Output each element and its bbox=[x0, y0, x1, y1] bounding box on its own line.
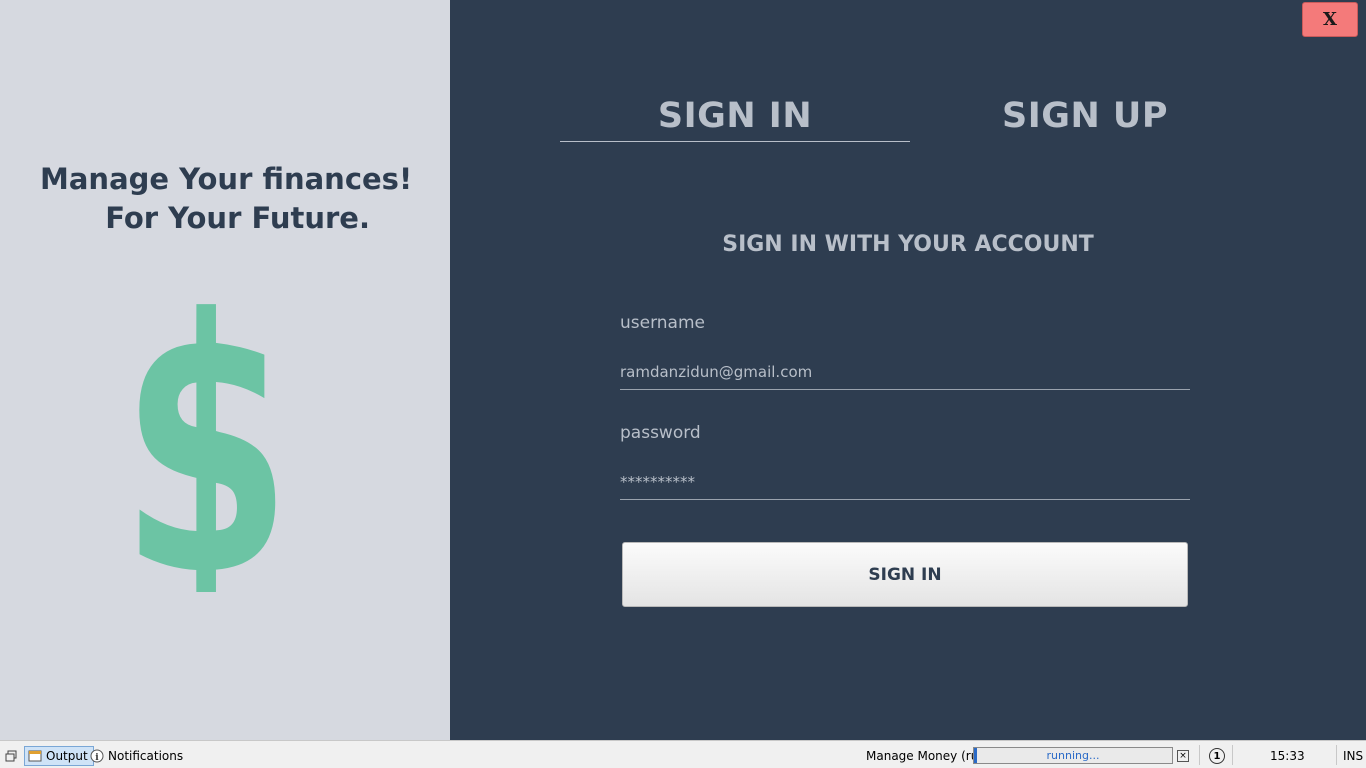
tagline-line-2: For Your Future. bbox=[105, 201, 370, 235]
form-title: SIGN IN WITH YOUR ACCOUNT bbox=[722, 232, 1094, 257]
tab-sign-in[interactable]: SIGN IN bbox=[560, 90, 910, 142]
status-divider bbox=[1199, 745, 1200, 765]
status-divider bbox=[1232, 745, 1233, 765]
clock-time: 15:33 bbox=[1270, 749, 1305, 763]
stop-task-icon[interactable]: × bbox=[1177, 750, 1189, 762]
info-icon: i bbox=[90, 749, 104, 763]
run-task-label: Manage Money (run) bbox=[866, 749, 991, 763]
dollar-sign-icon: $ bbox=[120, 278, 292, 592]
notification-count-badge[interactable]: 1 bbox=[1209, 748, 1225, 764]
branding-panel: Manage Your finances! For Your Future. $ bbox=[0, 0, 450, 740]
notifications-tab-label: Notifications bbox=[108, 749, 184, 763]
insert-mode-indicator: INS bbox=[1343, 749, 1364, 763]
svg-text:$: $ bbox=[120, 278, 292, 592]
progress-indicator bbox=[974, 748, 977, 763]
tagline-line-1: Manage Your finances! bbox=[40, 162, 413, 196]
status-divider bbox=[1336, 745, 1337, 765]
username-label: username bbox=[620, 313, 705, 333]
ide-status-bar: Output i Notifications Manage Money (run… bbox=[0, 740, 1366, 768]
notifications-tab[interactable]: i Notifications bbox=[90, 746, 183, 766]
output-tab[interactable]: Output bbox=[24, 746, 94, 766]
sign-in-button[interactable]: SIGN IN bbox=[622, 542, 1188, 607]
output-window-icon bbox=[28, 750, 42, 762]
password-label: password bbox=[620, 423, 701, 443]
username-field[interactable] bbox=[620, 354, 1190, 390]
svg-text:i: i bbox=[95, 753, 99, 763]
restore-window-icon[interactable] bbox=[5, 750, 17, 762]
output-tab-label: Output bbox=[46, 749, 88, 763]
close-button[interactable]: X bbox=[1302, 2, 1358, 37]
progress-text: running... bbox=[1046, 749, 1100, 762]
run-progress-bar: running... bbox=[973, 747, 1173, 764]
tab-sign-up[interactable]: SIGN UP bbox=[910, 90, 1260, 142]
password-field[interactable] bbox=[620, 464, 1190, 500]
